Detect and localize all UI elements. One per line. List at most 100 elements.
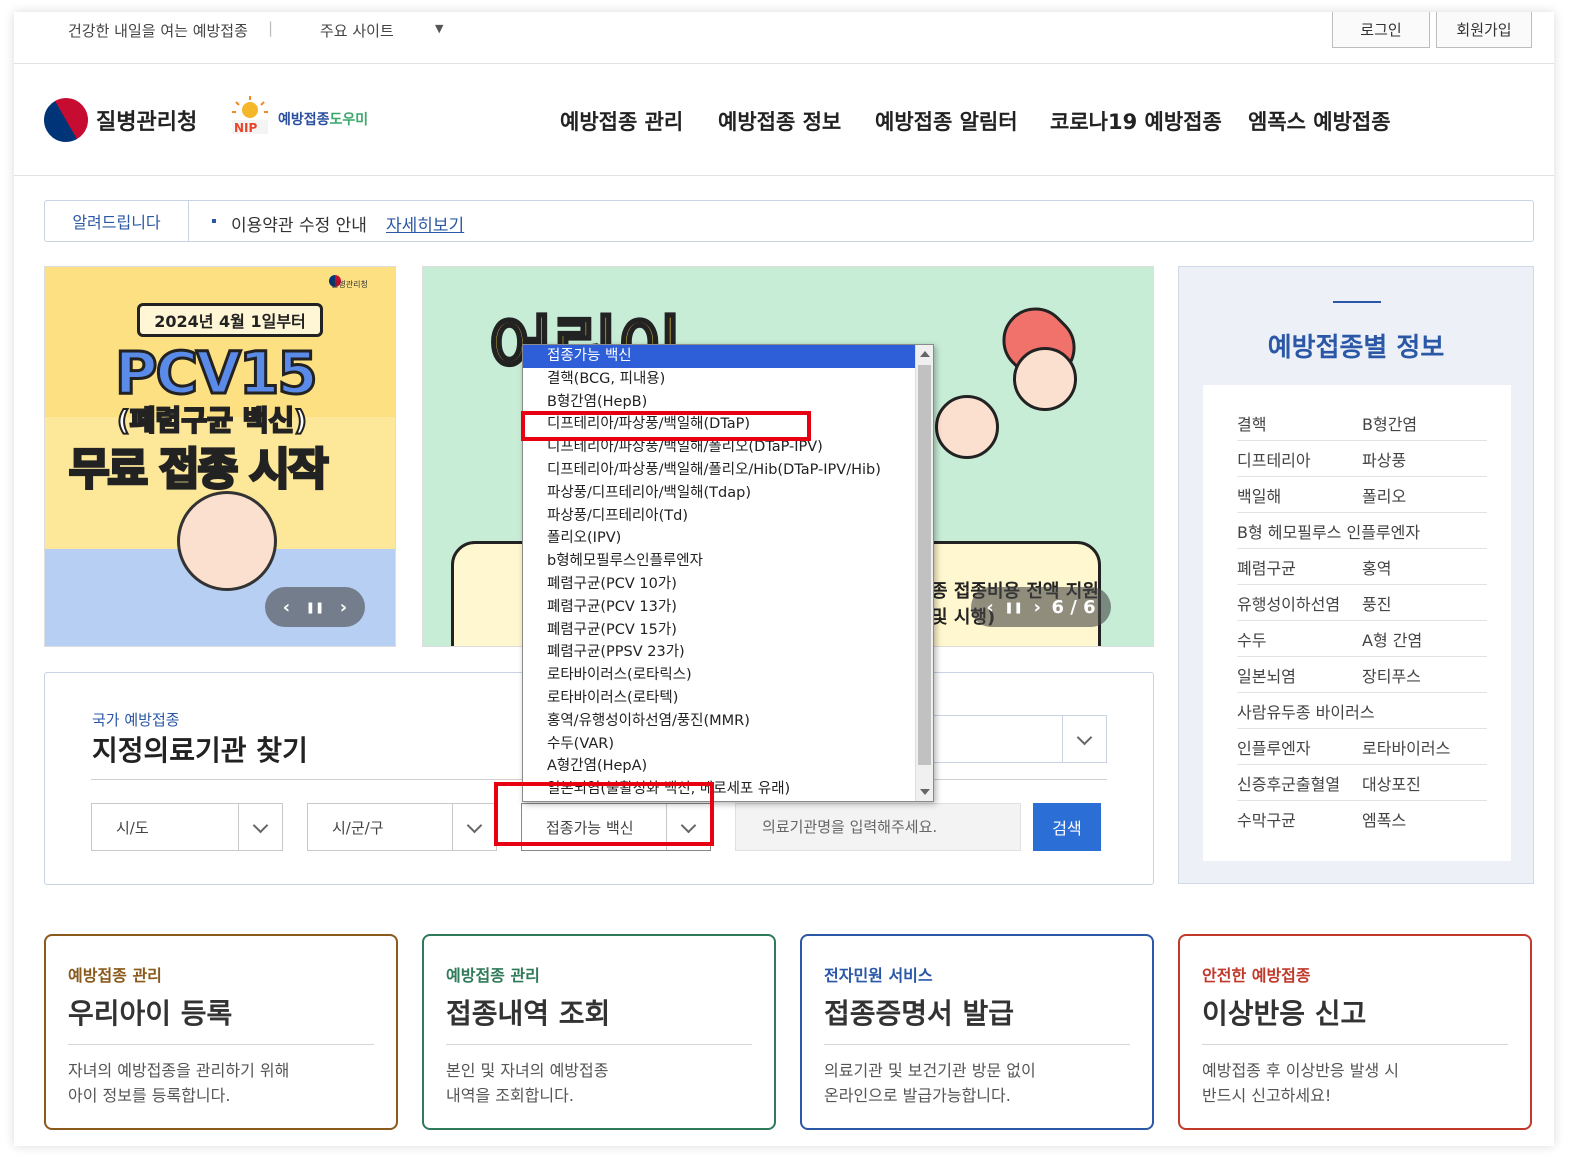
vaccine-option[interactable]: 폐렴구균(PCV 13가) <box>523 596 915 619</box>
vaccine-link[interactable]: 백일해 <box>1237 483 1362 507</box>
scroll-up-icon[interactable] <box>920 351 930 357</box>
vaccine-option[interactable]: b형헤모필루스인플루엔자 <box>523 550 915 573</box>
vaccine-option[interactable]: B형간염(HepB) <box>523 391 915 414</box>
vaccine-link[interactable]: 폐렴구균 <box>1237 555 1362 579</box>
baby-illustration-icon <box>177 491 277 591</box>
divider <box>446 1044 752 1045</box>
next-arrow-icon[interactable]: › <box>1033 597 1040 618</box>
sigungu-select[interactable]: 시/군/구 <box>307 803 497 851</box>
notice-detail-link[interactable]: 자세히보기 <box>386 211 464 236</box>
join-button[interactable]: 회원가입 <box>1436 12 1532 48</box>
search-extra-select[interactable] <box>929 715 1107 763</box>
pause-icon[interactable]: ❚❚ <box>1004 601 1022 614</box>
vaccine-link[interactable]: 사람유두종 바이러스 <box>1237 699 1375 723</box>
vaccine-option[interactable]: 폐렴구균(PCV 15가) <box>523 619 915 642</box>
chevron-down-icon[interactable] <box>452 804 496 850</box>
vaccine-info-row: 백일해 폴리오 <box>1237 477 1487 513</box>
prev-arrow-icon[interactable]: ‹ <box>283 597 290 618</box>
scroll-thumb[interactable] <box>918 365 931 765</box>
card-kicker: 예방접종 관리 <box>446 966 540 985</box>
site-header: 질병관리청 NIP 예방접종도우미 예방접종 관리 예방접종 정보 예방접종 알… <box>14 64 1554 176</box>
vaccine-link[interactable]: 수두 <box>1237 627 1362 651</box>
vaccine-option[interactable]: 폴리오(IPV) <box>523 527 915 550</box>
vaccine-link[interactable]: 풍진 <box>1362 591 1487 615</box>
vaccine-link[interactable]: 수막구균 <box>1237 807 1362 831</box>
card-title: 접종내역 조회 <box>446 997 611 1030</box>
kdca-logo-icon[interactable] <box>35 89 97 151</box>
vaccine-option[interactable]: 홍역/유행성이하선염/풍진(MMR) <box>523 710 915 733</box>
pcv15-banner[interactable]: 질병관리청 2024년 4월 1일부터 PCV15 (폐렴구균 백신) 무료 접… <box>44 266 396 647</box>
vaccine-option-selected[interactable]: 접종가능 백신 <box>523 345 915 368</box>
card-description: 의료기관 및 보건기관 방문 없이 온라인으로 발급가능합니다. <box>824 1058 1036 1108</box>
vaccine-link[interactable]: 파상풍 <box>1362 447 1487 471</box>
vaccine-link[interactable]: 결핵 <box>1237 411 1362 435</box>
nav-covid19-vaccination[interactable]: 코로나19 예방접종 <box>1050 106 1222 136</box>
adverse-reaction-card[interactable]: 안전한 예방접종 이상반응 신고 예방접종 후 이상반응 발생 시 반드시 신고하세요… <box>1178 934 1532 1130</box>
vaccine-link[interactable]: B형 헤모필루스 인플루엔자 <box>1237 519 1420 543</box>
notice-text[interactable]: 이용약관 수정 안내 <box>231 211 367 236</box>
vaccine-option[interactable]: 파상풍/디프테리아/백일해(Tdap) <box>523 482 915 505</box>
vaccine-info-row: 유행성이하선염 풍진 <box>1237 585 1487 621</box>
vaccine-option[interactable]: 폐렴구균(PPSV 23가) <box>523 641 915 664</box>
chevron-down-icon[interactable] <box>238 804 282 850</box>
top-utility-bar: 건강한 내일을 여는 예방접종 | 주요 사이트 ▼ 로그인 회원가입 <box>14 12 1554 64</box>
card-description-line: 예방접종 후 이상반응 발생 시 <box>1202 1061 1399 1080</box>
vaccine-option[interactable]: 결핵(BCG, 피내용) <box>523 368 915 391</box>
vaccine-info-row: B형 헤모필루스 인플루엔자 <box>1237 513 1487 549</box>
nav-mpox-vaccination[interactable]: 엠폭스 예방접종 <box>1248 106 1391 136</box>
page-frame: 건강한 내일을 여는 예방접종 | 주요 사이트 ▼ 로그인 회원가입 질병관리… <box>14 12 1554 1146</box>
search-button[interactable]: 검색 <box>1033 803 1101 851</box>
vaccine-option[interactable]: A형간염(HepA) <box>523 755 915 778</box>
scroll-down-icon[interactable] <box>920 789 930 795</box>
vaccine-option[interactable]: 로타바이러스(로타릭스) <box>523 664 915 687</box>
vaccine-link[interactable]: 디프테리아 <box>1237 447 1362 471</box>
nav-vaccination-notice[interactable]: 예방접종 알림터 <box>875 106 1018 136</box>
sido-select[interactable]: 시/도 <box>91 803 283 851</box>
vaccine-link[interactable]: 대상포진 <box>1362 771 1487 795</box>
vaccine-link[interactable]: 인플루엔자 <box>1237 735 1362 759</box>
card-description-line: 내역을 조회합니다. <box>446 1086 574 1105</box>
vaccine-link[interactable]: 일본뇌염 <box>1237 663 1362 687</box>
vaccine-option[interactable]: 로타바이러스(로타텍) <box>523 687 915 710</box>
highlight-box-dtap <box>521 411 811 441</box>
vaccine-option[interactable]: 파상풍/디프테리아(Td) <box>523 505 915 528</box>
next-arrow-icon[interactable]: › <box>340 597 347 618</box>
bullet-icon <box>212 219 216 223</box>
vaccine-link[interactable]: 폴리오 <box>1362 483 1487 507</box>
vaccine-link[interactable]: 홍역 <box>1362 555 1487 579</box>
vaccine-option[interactable]: 폐렴구균(PCV 10가) <box>523 573 915 596</box>
caret-down-icon[interactable]: ▼ <box>435 22 443 35</box>
card-description: 자녀의 예방접종을 관리하기 위해 아이 정보를 등록합니다. <box>68 1058 289 1108</box>
kdca-name[interactable]: 질병관리청 <box>96 104 197 136</box>
major-sites-dropdown[interactable]: 주요 사이트 <box>320 20 394 41</box>
nav-vaccination-info[interactable]: 예방접종 정보 <box>718 106 841 136</box>
certificate-issue-card[interactable]: 전자민원 서비스 접종증명서 발급 의료기관 및 보건기관 방문 없이 온라인으로 발… <box>800 934 1154 1130</box>
register-child-card[interactable]: 예방접종 관리 우리아이 등록 자녀의 예방접종을 관리하기 위해 아이 정보를 등록… <box>44 934 398 1130</box>
login-button[interactable]: 로그인 <box>1332 12 1430 48</box>
card-description-line: 자녀의 예방접종을 관리하기 위해 <box>68 1061 290 1080</box>
vaccine-link[interactable]: 신증후군출혈열 <box>1237 771 1362 795</box>
vaccine-link[interactable]: 유행성이하선염 <box>1237 591 1362 615</box>
banner-date: 2024년 4월 1일부터 <box>137 303 323 337</box>
card-title: 이상반응 신고 <box>1202 997 1367 1030</box>
vaccine-info-row: 결핵 B형간염 <box>1237 405 1487 441</box>
vaccine-info-row: 신증후군출혈열 대상포진 <box>1237 765 1487 801</box>
nav-vaccination-management[interactable]: 예방접종 관리 <box>560 106 683 136</box>
pause-icon[interactable]: ❚❚ <box>306 601 324 614</box>
dropdown-scrollbar[interactable] <box>915 345 933 801</box>
site-slogan: 건강한 내일을 여는 예방접종 <box>68 22 248 40</box>
vaccine-link[interactable]: 로타바이러스 <box>1362 735 1487 759</box>
vaccination-history-card[interactable]: 예방접종 관리 접종내역 조회 본인 및 자녀의 예방접종 내역을 조회합니다. <box>422 934 776 1130</box>
vaccine-link[interactable]: B형간염 <box>1362 411 1487 435</box>
vaccine-link[interactable]: 장티푸스 <box>1362 663 1487 687</box>
prev-arrow-icon[interactable]: ‹ <box>986 597 993 618</box>
vaccine-link[interactable]: 엠폭스 <box>1362 807 1487 831</box>
vaccine-option[interactable]: 디프테리아/파상풍/백일해/폴리오/Hib(DTaP-IPV/Hib) <box>523 459 915 482</box>
nip-logo-icon[interactable]: NIP <box>228 96 272 136</box>
vaccine-link[interactable]: A형 간염 <box>1362 627 1487 651</box>
clinic-name-input[interactable]: 의료기관명을 입력해주세요. <box>735 803 1021 851</box>
nip-name[interactable]: 예방접종도우미 <box>278 109 368 129</box>
chevron-down-icon[interactable] <box>1062 716 1106 762</box>
vaccine-option[interactable]: 수두(VAR) <box>523 733 915 756</box>
divider <box>68 1044 374 1045</box>
